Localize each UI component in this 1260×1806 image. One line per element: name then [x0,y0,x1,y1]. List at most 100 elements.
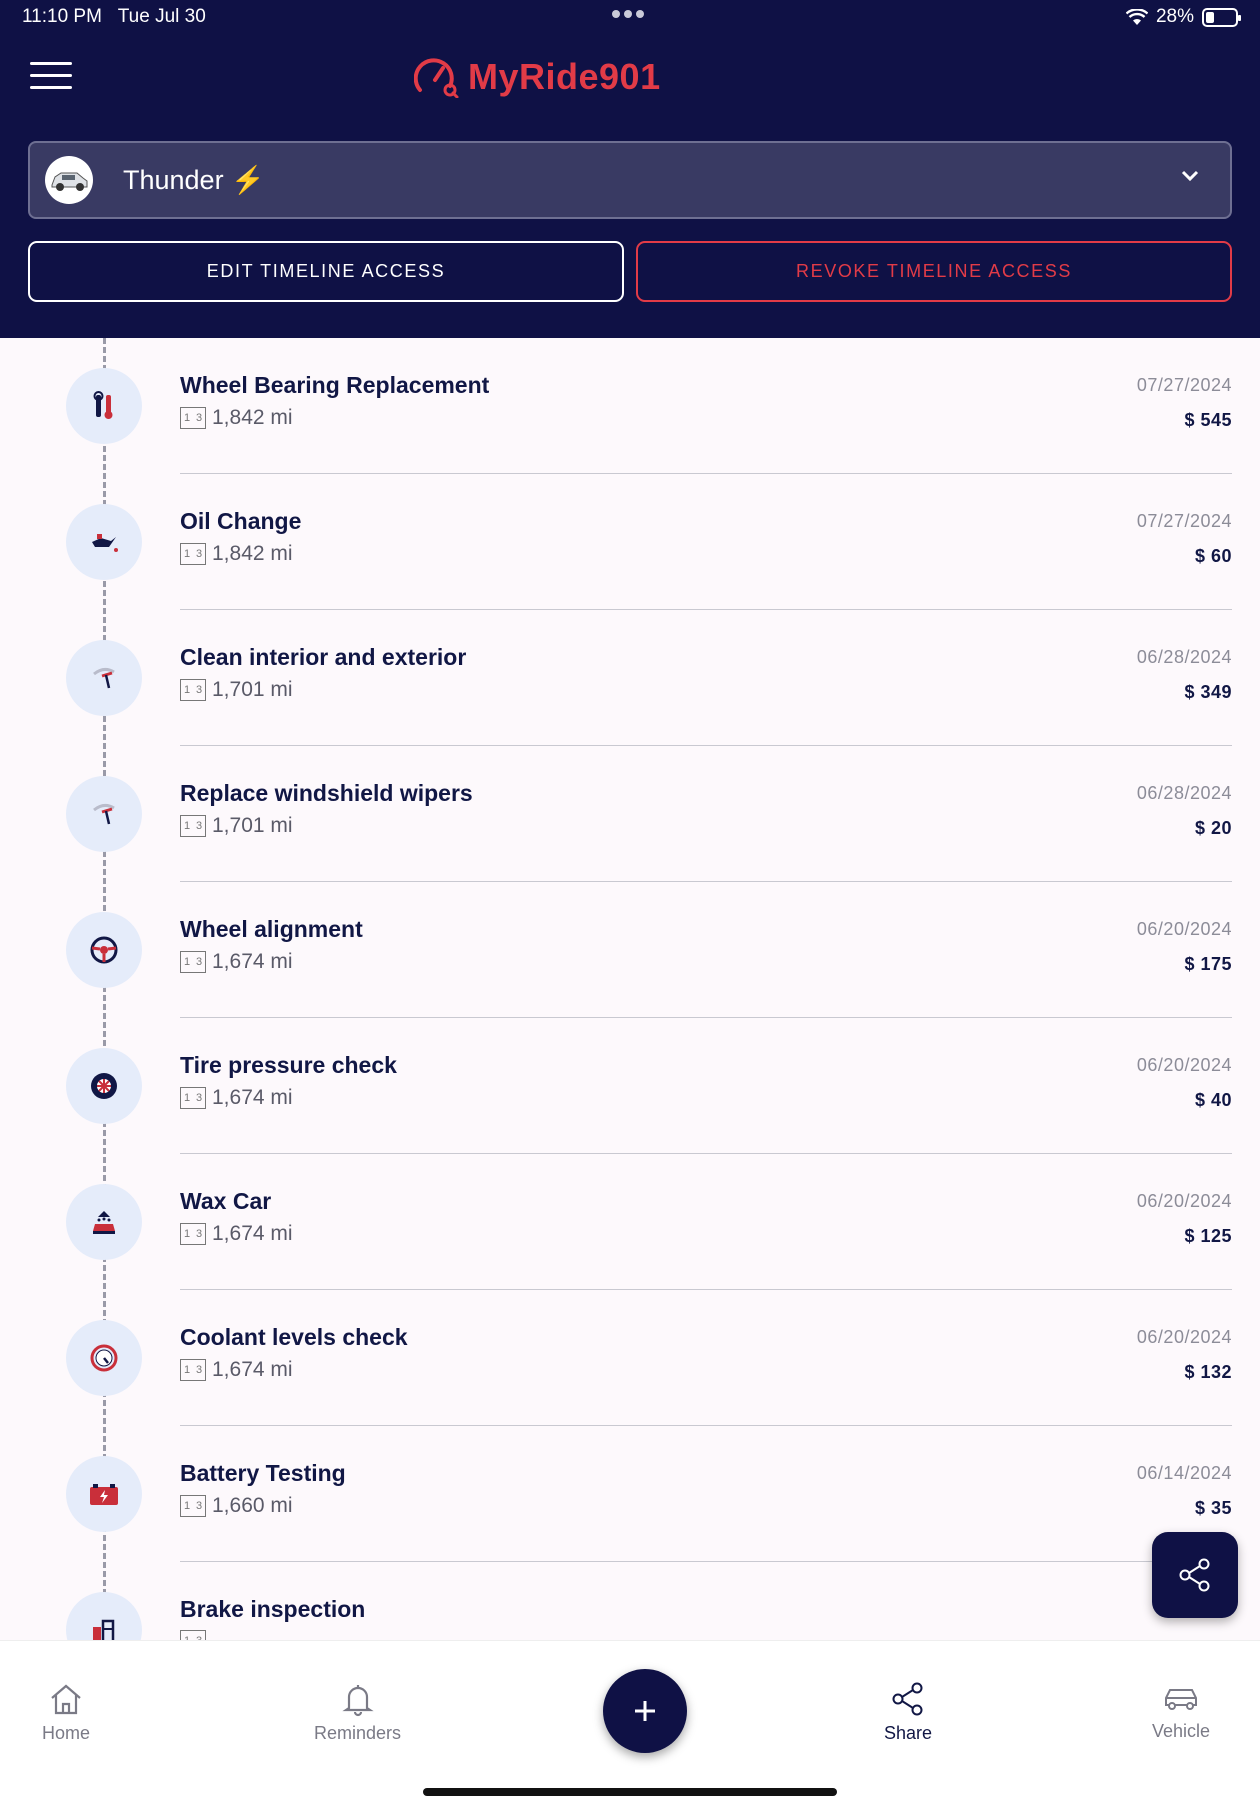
entry-mileage: 1 3 1,674 mi [180,1358,293,1382]
app-logo: MyRide901 [414,56,661,98]
entry-title: Coolant levels check [180,1324,408,1350]
battery-percent: 28% [1155,6,1194,27]
nav-share-label: Share [884,1723,933,1743]
mileage-value: 1,674 mi [212,1086,293,1109]
entry-title: Replace windshield wipers [180,780,473,806]
entry-title: Wheel alignment [180,916,363,942]
entry-mileage: 1 3 1,674 mi [180,950,293,974]
timeline-entry[interactable]: Coolant levels check 1 3 1,674 mi 06/20/2024… [0,1290,1260,1426]
mileage-value: 1,674 mi [212,1358,293,1381]
add-entry-button[interactable] [603,1669,687,1753]
entry-cost: $ 125 [1184,1226,1232,1246]
hamburger-menu-icon[interactable] [30,62,72,96]
entry-date: 07/27/2024 [1136,511,1232,531]
steering-wheel-icon [66,912,142,988]
share-icon [1179,1558,1210,1592]
entry-date: 06/28/2024 [1136,783,1232,803]
odometer-icon: 13 [180,815,206,837]
nav-home[interactable]: Home [42,1681,90,1744]
car-wash-icon [66,1184,142,1260]
app-name: MyRide901 [468,56,661,97]
battery-icon [1202,7,1241,27]
vehicle-avatar [45,156,93,204]
entry-cost: $ 175 [1184,954,1232,974]
nav-reminders[interactable]: Reminders [314,1681,401,1744]
status-date: Tue Jul 30 [117,6,206,27]
entry-mileage: 1 3 1,701 mi [180,814,293,838]
entry-title: Wax Car [180,1188,272,1214]
entry-title: Wheel Bearing Replacement [180,372,490,398]
mileage-value: 1,701 mi [212,814,293,837]
tire-icon [66,1048,142,1124]
edit-timeline-access-button[interactable]: EDIT TIMELINE ACCESS [28,241,624,302]
app-header: 11:10 PM Tue Jul 30 28% MyRide901 Thunde… [0,0,1260,338]
mileage-value: 1,674 mi [212,1222,293,1245]
entry-title: Tire pressure check [180,1052,397,1078]
odometer-icon: 13 [180,1087,206,1109]
timeline-entry[interactable]: Battery Testing 1 3 1,660 mi 06/14/2024 $ 35 [0,1426,1260,1562]
entry-date: 06/14/2024 [1136,1463,1232,1483]
entry-date: 06/20/2024 [1136,1327,1232,1347]
car-photo-icon [51,172,88,191]
entry-title: Clean interior and exterior [180,644,467,670]
entry-mileage: 1 3 1,701 mi [180,678,293,702]
entry-mileage: 1 3 1,674 mi [180,1222,293,1246]
entry-date: 06/28/2024 [1136,647,1232,667]
entry-cost: $ 35 [1194,1498,1232,1518]
odometer-icon: 13 [180,679,206,701]
entry-mileage: 13 [180,1630,212,1640]
timeline-entry[interactable]: Wheel Bearing Replacement 1 3 1,842 mi 07/27… [0,338,1260,474]
entry-cost: $ 349 [1184,682,1232,702]
status-bar: 11:10 PM Tue Jul 30 28% [0,0,1260,34]
car-icon [1165,1689,1198,1710]
entry-title: Battery Testing [180,1460,346,1486]
odometer-icon: 13 [180,1495,206,1517]
vehicle-name: Thunder ⚡ [123,165,265,195]
timeline-entry[interactable]: Brake inspection 13 [0,1562,1260,1640]
entry-date: 06/20/2024 [1136,1191,1232,1211]
chevron-down-icon[interactable] [1180,169,1200,183]
entry-mileage: 1 3 1,842 mi [180,542,293,566]
battery-icon [66,1456,142,1532]
nav-reminders-label: Reminders [314,1723,402,1743]
timeline-entry[interactable]: Clean interior and exterior 1 3 1,701 mi 06/… [0,610,1260,746]
clock: 11:10 PM [22,6,102,27]
status-indicators: 28% [1125,6,1241,28]
wiper-icon [66,640,142,716]
timeline-entry[interactable]: Wheel alignment 1 3 1,674 mi 06/20/2024 $ 175 [0,882,1260,1018]
entry-mileage: 1 3 1,842 mi [180,406,293,430]
revoke-timeline-access-button[interactable]: REVOKE TIMELINE ACCESS [636,241,1232,302]
entry-date: 06/20/2024 [1136,1055,1232,1075]
timeline-entry[interactable]: Oil Change 1 3 1,842 mi 07/27/2024 $ 60 [0,474,1260,610]
entry-date: 07/27/2024 [1136,375,1232,395]
entry-title: Brake inspection [180,1596,366,1622]
timeline-entry[interactable]: Tire pressure check 1 3 1,674 mi 06/20/2024 $… [0,1018,1260,1154]
odometer-icon: 13 [180,1359,206,1381]
odometer-icon: 13 [180,1630,206,1640]
bell-icon [341,1685,374,1717]
nav-vehicle[interactable]: Vehicle [1152,1681,1210,1742]
oil-can-icon [66,504,142,580]
status-time: 11:10 PM Tue Jul 30 [22,6,206,28]
entry-cost: $ 545 [1184,410,1232,430]
odometer-icon: 13 [180,951,206,973]
timeline-entry[interactable]: Wax Car 1 3 1,674 mi 06/20/2024 $ 125 [0,1154,1260,1290]
timeline-entry[interactable]: Replace windshield wipers 1 3 1,701 mi 06/28… [0,746,1260,882]
wifi-icon [1125,8,1148,25]
bottom-navigation: Home Reminders Share Vehicle [0,1640,1260,1806]
odometer-icon: 13 [180,407,206,429]
service-timeline[interactable]: Wheel Bearing Replacement 1 3 1,842 mi 07/27… [0,338,1260,1640]
home-icon [51,1684,81,1715]
odometer-icon: 13 [180,543,206,565]
entry-cost: $ 132 [1184,1362,1232,1382]
nav-share[interactable]: Share [884,1681,932,1744]
entry-mileage: 1 3 1,660 mi [180,1494,293,1518]
multitask-dots-icon[interactable] [612,10,644,18]
vehicle-selector[interactable]: Thunder ⚡ [28,141,1232,219]
entry-title: Oil Change [180,508,302,534]
brake-icon [66,1592,142,1640]
entry-cost: $ 40 [1194,1090,1232,1110]
share-fab-button[interactable] [1152,1532,1238,1618]
speedometer-logo-icon [414,58,459,98]
mileage-value: 1,842 mi [212,406,293,429]
